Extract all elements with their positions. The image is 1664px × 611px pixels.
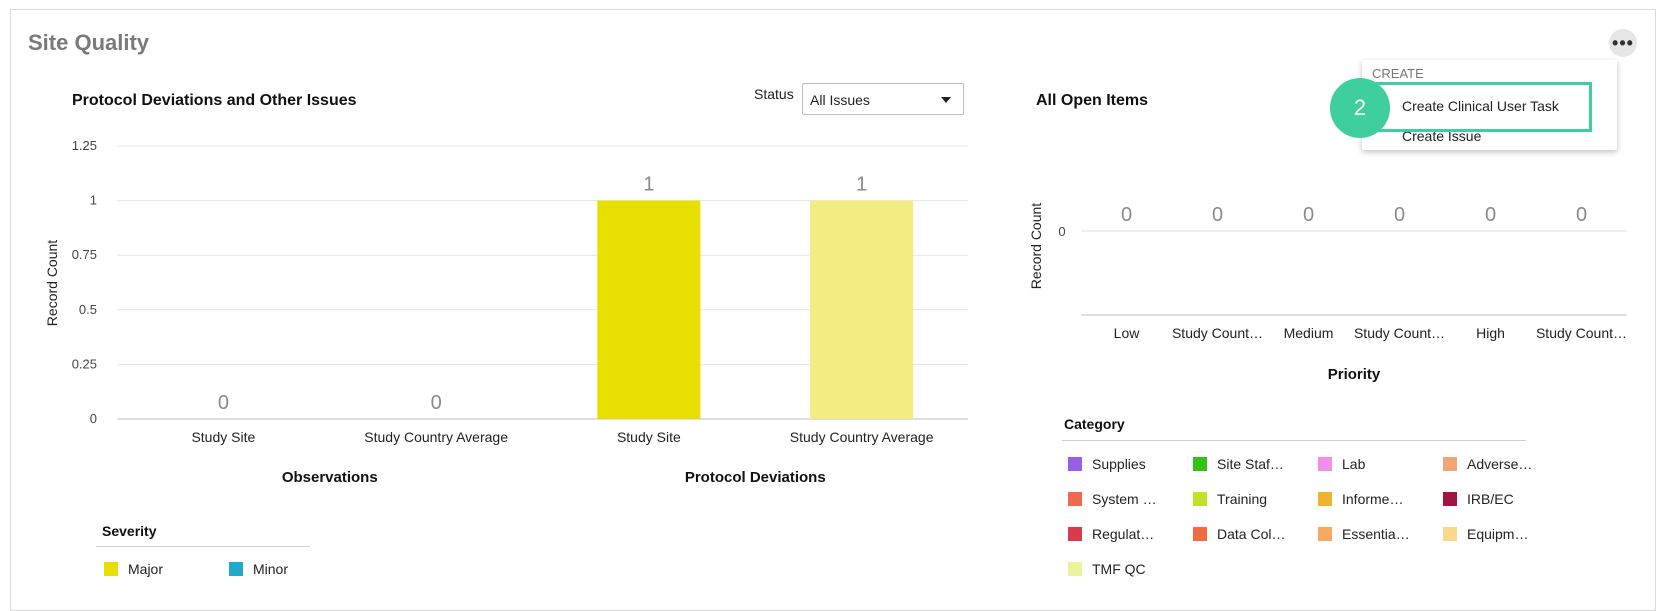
x-tick-label: Study Site <box>191 429 255 445</box>
bar-value-label: 0 <box>1394 204 1405 226</box>
y-tick-label: 0 <box>90 411 97 426</box>
menu-header: CREATE <box>1372 66 1424 81</box>
legend-item[interactable]: Lab <box>1318 456 1365 472</box>
severity-legend-title: Severity <box>102 523 157 539</box>
legend-label: Major <box>128 561 164 577</box>
bar-value-label: 0 <box>1121 204 1132 226</box>
legend-label: TMF QC <box>1092 561 1146 577</box>
x-tick-label: Study Site <box>617 429 681 445</box>
legend-swatch <box>1443 457 1457 471</box>
legend-item[interactable]: Adverse… <box>1443 456 1532 472</box>
legend-swatch <box>1193 457 1207 471</box>
legend-swatch <box>1318 527 1332 541</box>
legend-item[interactable]: Data Col… <box>1193 526 1285 542</box>
legend-swatch <box>1068 457 1082 471</box>
x-tick-label: Study Count… <box>1536 325 1627 341</box>
category-legend-divider <box>1062 440 1526 441</box>
legend-swatch <box>1068 527 1082 541</box>
x-tick-label: Low <box>1114 325 1141 341</box>
legend-label: Data Col… <box>1217 526 1286 542</box>
legend-item[interactable]: Informe… <box>1318 491 1403 507</box>
legend-swatch <box>229 562 243 576</box>
legend-swatch <box>1318 457 1332 471</box>
legend-item[interactable]: Training <box>1193 491 1267 507</box>
legend-item[interactable]: Minor <box>229 561 288 577</box>
group-label: Observations <box>282 469 378 486</box>
bar-value-label: 0 <box>1303 204 1314 226</box>
legend-label: System … <box>1092 491 1157 507</box>
severity-legend-divider <box>96 546 310 547</box>
step-highlight-box <box>1376 82 1592 132</box>
legend-item[interactable]: Supplies <box>1068 456 1146 472</box>
legend-swatch <box>1193 492 1207 506</box>
legend-item[interactable]: System … <box>1068 491 1157 507</box>
legend-label: IRB/EC <box>1467 491 1514 507</box>
legend-swatch <box>1068 492 1082 506</box>
x-tick-label: Study Country Average <box>790 429 934 445</box>
legend-swatch <box>1068 562 1082 576</box>
legend-label: Informe… <box>1342 491 1404 507</box>
bar-value-label: 0 <box>1485 204 1496 226</box>
legend-item[interactable]: IRB/EC <box>1443 491 1514 507</box>
legend-label: Adverse… <box>1467 456 1533 472</box>
legend-swatch <box>1443 527 1457 541</box>
legend-item[interactable]: Major <box>104 561 163 577</box>
legend-swatch <box>1318 492 1332 506</box>
category-legend-title: Category <box>1064 416 1125 432</box>
legend-label: Essentia… <box>1342 526 1410 542</box>
legend-item[interactable]: TMF QC <box>1068 561 1146 577</box>
legend-label: Regulat… <box>1092 526 1155 542</box>
legend-label: Lab <box>1342 456 1366 472</box>
x-tick-label: Study Count… <box>1172 325 1263 341</box>
legend-label: Supplies <box>1092 456 1146 472</box>
y-axis-label: Record Count <box>1028 203 1044 289</box>
legend-label: Minor <box>253 561 289 577</box>
y-tick-label: 0 <box>1058 224 1065 239</box>
x-tick-label: Study Country Average <box>364 429 508 445</box>
step-badge: 2 <box>1330 78 1390 138</box>
legend-label: Equipm… <box>1467 526 1529 542</box>
x-tick-label: Medium <box>1284 325 1334 341</box>
legend-label: Training <box>1217 491 1268 507</box>
bar-value-label: 0 <box>1576 204 1587 226</box>
legend-item[interactable]: Regulat… <box>1068 526 1154 542</box>
group-label: Protocol Deviations <box>685 469 826 486</box>
legend-item[interactable]: Equipm… <box>1443 526 1528 542</box>
legend-swatch <box>104 562 118 576</box>
legend-swatch <box>1443 492 1457 506</box>
x-axis-title: Priority <box>1328 366 1381 383</box>
bar-value-label: 0 <box>1212 204 1223 226</box>
legend-item[interactable]: Essentia… <box>1318 526 1410 542</box>
legend-swatch <box>1193 527 1207 541</box>
legend-label: Site Staf… <box>1217 456 1284 472</box>
x-tick-label: High <box>1476 325 1505 341</box>
legend-item[interactable]: Site Staf… <box>1193 456 1284 472</box>
x-tick-label: Study Count… <box>1354 325 1445 341</box>
